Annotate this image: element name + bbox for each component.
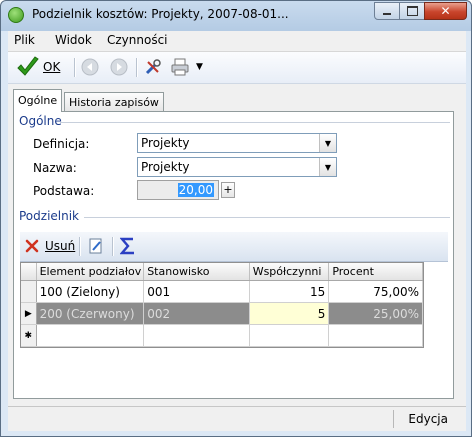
tab-historia-zapisow[interactable]: Historia zapisów bbox=[64, 92, 164, 111]
podstawa-input[interactable]: 20,00 bbox=[137, 180, 219, 200]
cell-stanowisko[interactable]: 001 bbox=[143, 280, 250, 303]
table-row[interactable]: 100 (Zielony) 001 15 75,00% bbox=[21, 280, 423, 303]
tools-button[interactable] bbox=[144, 56, 162, 78]
definicja-value: Projekty bbox=[141, 136, 190, 150]
cell-empty[interactable] bbox=[36, 324, 145, 347]
cell-element[interactable]: 100 (Zielony) bbox=[36, 280, 145, 303]
arrow-right-icon bbox=[110, 58, 128, 76]
row-indicator[interactable]: ▶ bbox=[21, 302, 37, 325]
printer-icon bbox=[171, 58, 189, 76]
chevron-down-icon: ▼ bbox=[196, 62, 203, 72]
cell-element[interactable]: 200 (Czerwony) bbox=[36, 302, 145, 325]
column-header-element[interactable]: Element podziałov bbox=[36, 263, 145, 281]
tab-label: Historia zapisów bbox=[69, 96, 159, 109]
maximize-icon bbox=[406, 6, 418, 16]
chevron-down-icon[interactable]: ▼ bbox=[319, 158, 336, 176]
tools-icon bbox=[145, 59, 161, 75]
column-header-procent[interactable]: Procent bbox=[328, 263, 423, 281]
checkmark-icon bbox=[17, 56, 39, 76]
status-mode: Edycja bbox=[408, 412, 448, 426]
tab-label: Ogólne bbox=[18, 94, 58, 107]
tab-panel: Ogólne Definicja: Projekty ▼ Nazwa: Proj… bbox=[13, 111, 454, 399]
ok-button[interactable]: OK bbox=[16, 56, 60, 78]
minimize-icon bbox=[383, 13, 391, 15]
column-header-stanowisko[interactable]: Stanowisko bbox=[143, 263, 250, 281]
window: Podzielnik kosztów: Projekty, 2007-08-01… bbox=[0, 0, 472, 437]
edit-button[interactable] bbox=[88, 235, 104, 257]
delete-button[interactable]: Usuń bbox=[24, 235, 75, 257]
nazwa-select[interactable]: Projekty ▼ bbox=[137, 157, 337, 177]
content-area: Ogólne Historia zapisów Ogólne Definicja… bbox=[8, 84, 466, 406]
title-bar: Podzielnik kosztów: Projekty, 2007-08-01… bbox=[1, 1, 471, 29]
minimize-button[interactable] bbox=[374, 2, 400, 20]
arrow-left-icon bbox=[81, 58, 99, 76]
toolbar-separator bbox=[112, 237, 114, 256]
cell-wspolczynnik[interactable]: 15 bbox=[249, 280, 330, 303]
group-divider bbox=[84, 217, 450, 218]
group-title-ogolne: Ogólne bbox=[19, 114, 62, 128]
grid-header-row: Element podziałov Stanowisko Współczynni… bbox=[21, 263, 423, 281]
column-header-wspolczynnik[interactable]: Współczynni bbox=[249, 263, 330, 281]
podstawa-plus-button[interactable]: + bbox=[221, 182, 235, 198]
podstawa-value: 20,00 bbox=[177, 183, 214, 197]
print-button[interactable] bbox=[170, 56, 190, 78]
plus-icon: + bbox=[223, 183, 233, 196]
row-indicator[interactable] bbox=[21, 280, 37, 303]
forward-button[interactable] bbox=[110, 56, 128, 78]
menu-bar: Plik Widok Czynności bbox=[8, 31, 466, 52]
cell-stanowisko[interactable]: 002 bbox=[143, 302, 250, 325]
close-icon: ✕ bbox=[440, 4, 451, 18]
tab-ogolne[interactable]: Ogólne bbox=[13, 89, 63, 112]
grid-corner bbox=[21, 263, 37, 281]
window-title: Podzielnik kosztów: Projekty, 2007-08-01… bbox=[32, 7, 289, 21]
menu-plik[interactable]: Plik bbox=[14, 33, 35, 47]
edit-document-icon bbox=[89, 238, 102, 254]
cell-empty[interactable] bbox=[249, 324, 330, 347]
definicja-select[interactable]: Projekty ▼ bbox=[137, 133, 337, 153]
menu-czynnosci[interactable]: Czynności bbox=[107, 33, 168, 47]
row-indicator[interactable]: ✱ bbox=[21, 324, 37, 347]
close-button[interactable]: ✕ bbox=[424, 2, 467, 20]
cell-procent: 75,00% bbox=[328, 280, 423, 303]
cell-wspolczynnik-editing[interactable]: 5 bbox=[249, 302, 330, 325]
delete-label: Usuń bbox=[45, 239, 76, 253]
toolbar-separator bbox=[136, 58, 138, 77]
chevron-down-icon[interactable]: ▼ bbox=[319, 134, 336, 152]
nazwa-label: Nazwa: bbox=[33, 161, 77, 175]
podstawa-label: Podstawa: bbox=[33, 184, 95, 198]
app-icon bbox=[8, 7, 24, 23]
group-divider bbox=[60, 122, 450, 123]
current-row-arrow-icon: ▶ bbox=[24, 308, 32, 319]
toolbar-separator bbox=[79, 237, 81, 256]
back-button[interactable] bbox=[81, 56, 99, 78]
delete-icon bbox=[25, 239, 39, 253]
toolbar-separator bbox=[74, 58, 76, 77]
divider-toolbar: Usuń bbox=[20, 232, 448, 262]
new-row[interactable]: ✱ bbox=[21, 324, 423, 347]
definicja-label: Definicja: bbox=[33, 137, 90, 151]
toolbar: OK ▼ bbox=[8, 52, 466, 84]
status-divider bbox=[393, 410, 394, 428]
maximize-button[interactable] bbox=[399, 2, 425, 20]
sum-button[interactable] bbox=[120, 235, 136, 257]
cell-empty[interactable] bbox=[143, 324, 250, 347]
nazwa-value: Projekty bbox=[141, 160, 190, 174]
table-row-selected[interactable]: ▶ 200 (Czerwony) 002 5 25,00% bbox=[21, 302, 423, 325]
cell-procent: 25,00% bbox=[328, 302, 423, 325]
divider-grid: Element podziałov Stanowisko Współczynni… bbox=[20, 262, 424, 348]
cell-empty[interactable] bbox=[328, 324, 423, 347]
ok-label: OK bbox=[43, 60, 61, 74]
group-title-podzielnik: Podzielnik bbox=[19, 209, 80, 223]
menu-widok[interactable]: Widok bbox=[55, 33, 92, 47]
new-row-asterisk-icon: ✱ bbox=[24, 330, 33, 341]
print-dropdown-button[interactable]: ▼ bbox=[196, 56, 203, 78]
status-bar: Edycja bbox=[8, 406, 466, 431]
sigma-icon bbox=[120, 237, 134, 255]
